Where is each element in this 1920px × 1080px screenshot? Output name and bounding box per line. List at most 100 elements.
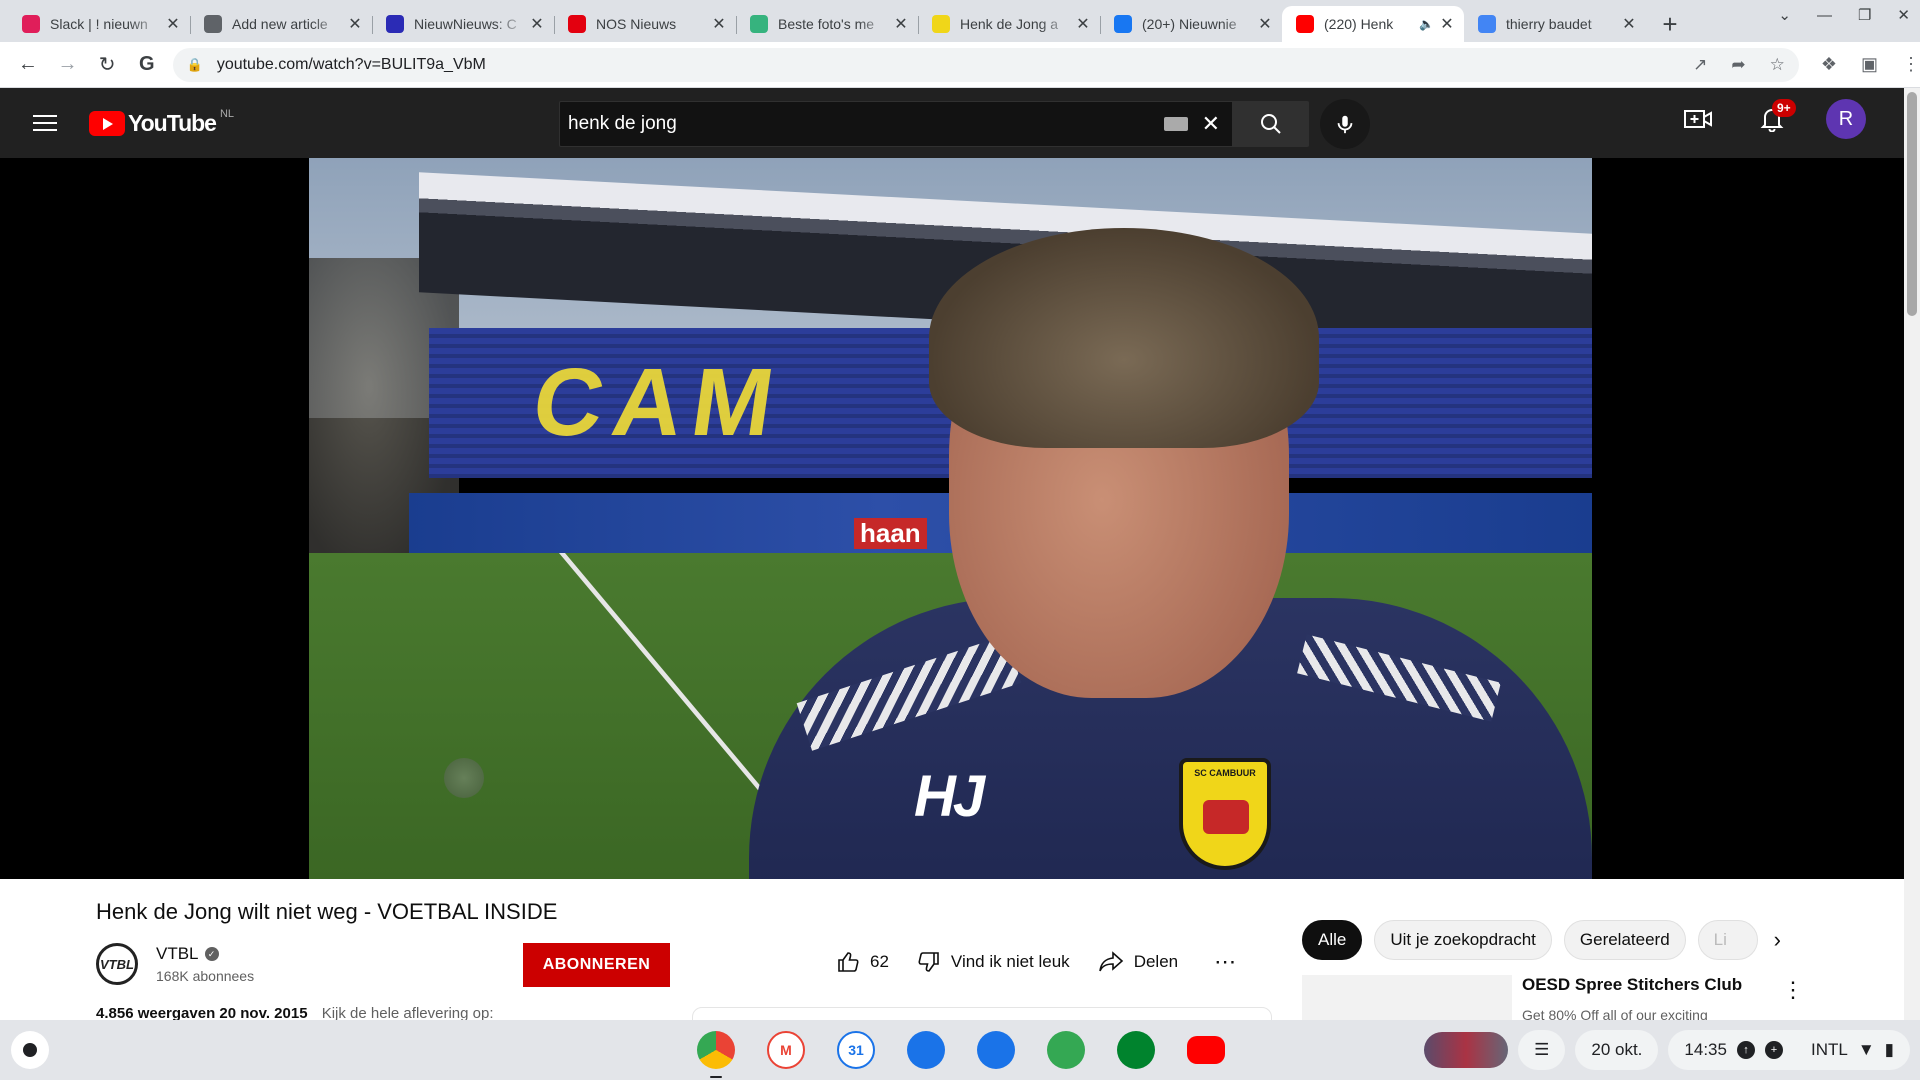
- dislike-label: Vind ik niet leuk: [950, 952, 1070, 971]
- shelf-app-youtube[interactable]: [1182, 1028, 1230, 1072]
- close-tab-icon[interactable]: ✕: [164, 15, 182, 33]
- more-actions-icon[interactable]: ⋯: [1214, 949, 1237, 975]
- share-icon[interactable]: ➦: [1731, 55, 1745, 75]
- comment-box[interactable]: [692, 1007, 1272, 1020]
- crest-emblem: [1203, 800, 1249, 834]
- recommendation-menu-icon[interactable]: ⋮: [1782, 977, 1804, 1003]
- search-button[interactable]: [1233, 101, 1309, 147]
- shelf-app-chrome[interactable]: [692, 1028, 740, 1078]
- browser-menu-icon[interactable]: ⋮: [1902, 54, 1920, 75]
- open-in-app-icon[interactable]: ↗: [1693, 55, 1707, 75]
- recommendation-title[interactable]: OESD Spree Stitchers Club: [1522, 975, 1742, 995]
- browser-tab[interactable]: Henk de Jong a ✕: [918, 6, 1100, 42]
- scrollbar-thumb[interactable]: [1907, 92, 1917, 316]
- voice-search-button[interactable]: [1320, 99, 1370, 149]
- like-button[interactable]: 62: [836, 950, 889, 974]
- browser-tab[interactable]: NOS Nieuws ✕: [554, 6, 736, 42]
- chips-next-arrow-icon[interactable]: ›: [1774, 927, 1781, 953]
- hamburger-menu-icon[interactable]: [33, 115, 57, 131]
- bookmark-star-icon[interactable]: ☆: [1770, 55, 1785, 75]
- audio-playing-icon[interactable]: 🔈: [1419, 17, 1434, 31]
- subscribe-button[interactable]: ABONNEREN: [523, 943, 670, 987]
- chrome-icon: [697, 1031, 735, 1069]
- shelf-app-files[interactable]: [902, 1028, 950, 1072]
- browser-tab[interactable]: (220) Henk 🔈 ✕: [1282, 6, 1464, 42]
- browser-tab[interactable]: Add new article ✕: [190, 6, 372, 42]
- new-tab-button[interactable]: +: [1652, 6, 1688, 42]
- reload-button[interactable]: ↻: [87, 45, 127, 85]
- running-indicator: [710, 1076, 722, 1078]
- close-tab-icon[interactable]: ✕: [710, 15, 728, 33]
- close-tab-icon[interactable]: ✕: [1256, 15, 1274, 33]
- shelf-app-calendar[interactable]: 31: [832, 1028, 880, 1072]
- video-frame[interactable]: CAM RB haan HJ SC CAMBUUR: [309, 158, 1592, 879]
- date-text: 20 okt.: [1591, 1040, 1643, 1059]
- filter-chip[interactable]: Li: [1697, 920, 1758, 960]
- browser-tab[interactable]: Slack | ! nieuwn ✕: [8, 6, 190, 42]
- close-tab-icon[interactable]: ✕: [892, 15, 910, 33]
- share-button[interactable]: Delen: [1098, 951, 1178, 973]
- description-snippet[interactable]: Kijk de hele aflevering op:: [322, 1005, 494, 1020]
- keyboard-icon[interactable]: [1163, 117, 1188, 131]
- recommendation-item[interactable]: OESD Spree Stitchers Club Get 80% Off al…: [1302, 975, 1804, 1020]
- create-video-button[interactable]: [1678, 99, 1718, 139]
- close-window-button[interactable]: ✕: [1897, 6, 1910, 24]
- back-button[interactable]: ←: [8, 45, 48, 85]
- filter-chip[interactable]: Gerelateerd: [1563, 920, 1686, 960]
- tab-search-chevron-icon[interactable]: ⌄: [1778, 6, 1791, 24]
- google-icon[interactable]: G: [127, 45, 167, 85]
- tab-list: Slack | ! nieuwn ✕ Add new article ✕ NieuwNi…: [0, 0, 1646, 42]
- tab-title: Henk de Jong a: [960, 16, 1059, 32]
- view-count: 4.856 weergaven: [96, 1005, 216, 1020]
- shelf-app-meet[interactable]: [1112, 1028, 1160, 1072]
- close-tab-icon[interactable]: ✕: [346, 15, 364, 33]
- close-tab-icon[interactable]: ✕: [1438, 15, 1456, 33]
- crest-text: SC CAMBUUR: [1194, 768, 1256, 778]
- board-text: haan: [854, 518, 927, 549]
- restore-button[interactable]: ❐: [1858, 6, 1871, 24]
- browser-tab[interactable]: (20+) Nieuwnie ✕: [1100, 6, 1282, 42]
- thumbs-up-icon: [838, 952, 859, 972]
- recommendation-thumbnail[interactable]: [1302, 975, 1512, 1020]
- tab-title: Beste foto's me: [778, 16, 875, 32]
- side-panel-icon[interactable]: ▣: [1861, 54, 1878, 75]
- shelf-app-play-store[interactable]: [1042, 1028, 1090, 1072]
- notifications-button[interactable]: 9+: [1752, 99, 1796, 139]
- status-area[interactable]: 14:35 ↑ + INTL ▼ ▮: [1668, 1030, 1910, 1070]
- browser-tab[interactable]: NieuwNieuws: C ✕: [372, 6, 554, 42]
- youtube-logo[interactable]: YouTube NL: [89, 108, 234, 137]
- lock-icon[interactable]: 🔒: [187, 57, 203, 73]
- channel-name[interactable]: VTBL: [156, 944, 199, 964]
- search-input[interactable]: [568, 113, 1164, 135]
- youtube-play-icon: [89, 110, 125, 136]
- browser-tab[interactable]: thierry baudet ✕: [1464, 6, 1646, 42]
- forward-button[interactable]: →: [48, 45, 88, 85]
- holding-space-thumbnails[interactable]: [1424, 1032, 1509, 1068]
- close-tab-icon[interactable]: ✕: [1620, 15, 1638, 33]
- shelf-app-gmail[interactable]: M: [762, 1028, 810, 1072]
- video-player[interactable]: CAM RB haan HJ SC CAMBUUR: [0, 158, 1904, 879]
- date-button[interactable]: 20 okt.: [1575, 1030, 1659, 1070]
- address-bar[interactable]: 🔒 youtube.com/watch?v=BULIT9a_VbM ↗ ➦ ☆: [172, 47, 1799, 82]
- shelf-app-messages[interactable]: [972, 1028, 1020, 1072]
- launcher-button[interactable]: [11, 1031, 49, 1069]
- filter-chip[interactable]: Uit je zoekopdracht: [1374, 920, 1552, 960]
- extensions-puzzle-icon[interactable]: ❖: [1821, 54, 1837, 75]
- shirt-initials: HJ: [914, 764, 985, 829]
- close-tab-icon[interactable]: ✕: [1074, 15, 1092, 33]
- close-tab-icon[interactable]: ✕: [528, 15, 546, 33]
- share-arrow-icon: [1098, 951, 1123, 972]
- dislike-button[interactable]: Vind ik niet leuk: [917, 950, 1070, 974]
- minimize-button[interactable]: —: [1817, 7, 1832, 24]
- browser-tab[interactable]: Beste foto's me ✕: [736, 6, 918, 42]
- photo-app-icon: [750, 15, 768, 33]
- channel-avatar[interactable]: VTBL: [96, 943, 138, 985]
- filter-chip[interactable]: Alle: [1302, 920, 1363, 960]
- youtube-icon: [1296, 15, 1314, 33]
- account-avatar[interactable]: R: [1826, 99, 1866, 139]
- clear-search-icon[interactable]: ✕: [1202, 111, 1220, 137]
- search-box: ✕: [559, 101, 1233, 147]
- media-controls-button[interactable]: ☰: [1518, 1030, 1566, 1070]
- add-icon: +: [1764, 1041, 1783, 1059]
- subscriber-count: 168K abonnees: [156, 968, 255, 984]
